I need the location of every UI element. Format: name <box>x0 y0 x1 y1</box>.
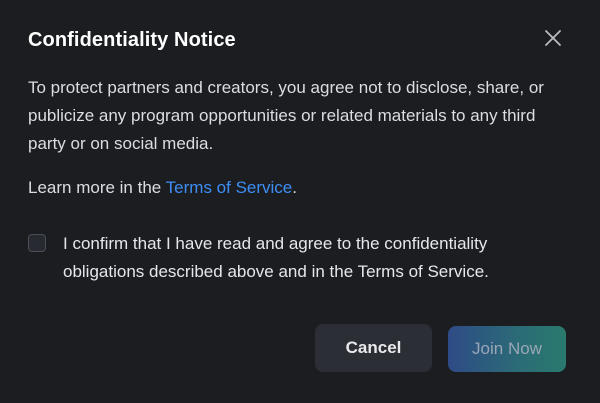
close-button[interactable] <box>541 26 565 50</box>
confirm-label[interactable]: I confirm that I have read and agree to … <box>63 230 563 286</box>
cancel-button[interactable]: Cancel <box>315 324 432 372</box>
notice-body: To protect partners and creators, you ag… <box>28 78 544 153</box>
dialog-title: Confidentiality Notice <box>28 29 236 51</box>
learn-more-suffix: . <box>292 178 297 197</box>
terms-of-service-link[interactable]: Terms of Service <box>166 178 293 197</box>
confidentiality-dialog: Confidentiality Notice To protect partne… <box>0 0 600 403</box>
learn-more-text: Learn more in the Terms of Service. <box>28 174 297 202</box>
join-now-button[interactable]: Join Now <box>448 326 566 372</box>
close-icon <box>541 26 565 50</box>
learn-more-prefix: Learn more in the <box>28 178 166 197</box>
confirm-checkbox[interactable] <box>28 234 46 252</box>
